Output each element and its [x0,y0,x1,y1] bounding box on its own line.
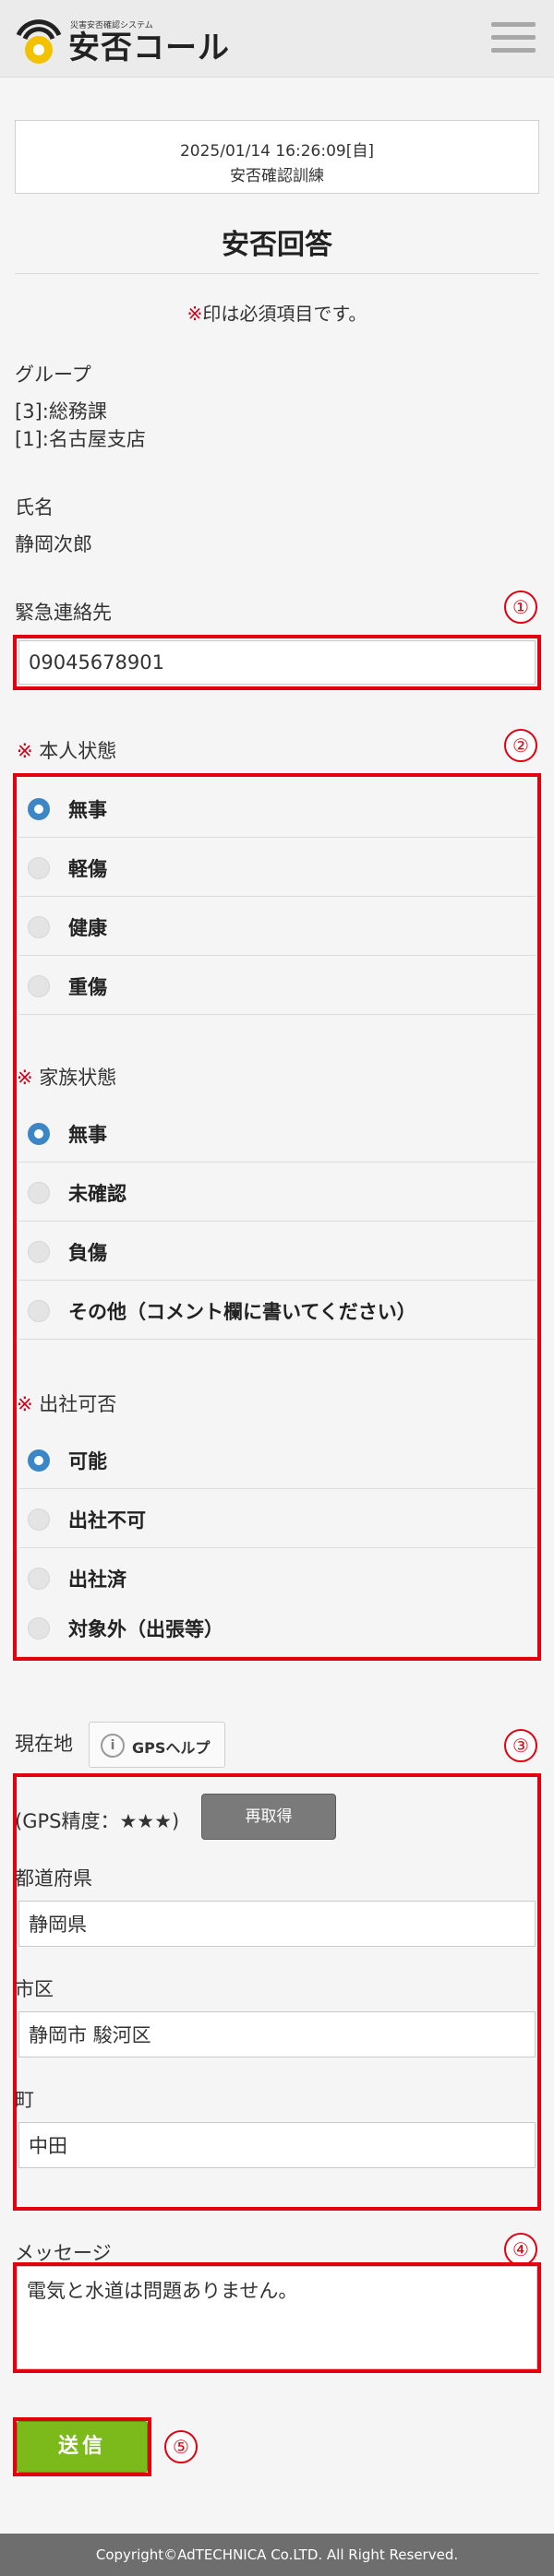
group-value-1: [3]:総務課 [15,400,107,423]
marker-4: ④ [504,2233,537,2266]
marker-3: ③ [504,1729,537,1762]
radio-icon[interactable] [28,857,50,879]
radio-selected-icon[interactable] [28,1123,50,1145]
app-header: 災害安否確認システム 安否コール [0,0,554,78]
group-label: グループ [15,364,91,386]
event-info-box: 2025/01/14 16:26:09[自] 安否確認訓練 [15,120,539,194]
event-name: 安否確認訓練 [230,167,324,185]
required-note: ※印は必須項目です。 [0,299,554,326]
app-logo[interactable]: 災害安否確認システム 安否コール [13,9,229,68]
radio-icon[interactable] [28,1241,50,1263]
city-input[interactable]: 静岡市 駿河区 [18,2011,536,2057]
town-label: 町 [15,2089,34,2111]
emergency-contact-input[interactable]: 09045678901 [18,640,536,685]
self-status-option-3[interactable]: 健康 [18,897,536,956]
prefecture-label: 都道府県 [15,1867,92,1890]
radio-selected-icon[interactable] [28,798,50,820]
gps-help-label: GPSヘルプ [132,1739,211,1757]
required-note-text: 印は必須項目です。 [202,303,367,325]
info-icon: i [101,1734,125,1758]
self-status-option-2[interactable]: 軽傷 [18,838,536,897]
family-status-option-3[interactable]: 負傷 [18,1222,536,1281]
attendance-option-1[interactable]: 可能 [18,1430,536,1489]
self-status-option-1[interactable]: 無事 [18,779,536,838]
radio-selected-icon[interactable] [28,1449,50,1472]
emergency-contact-label: 緊急連絡先 [15,602,112,624]
self-status-label: ※ 本人状態 [17,740,117,762]
reacquire-button[interactable]: 再取得 [201,1794,336,1840]
radio-icon[interactable] [28,1509,50,1531]
gps-help-button[interactable]: i GPSヘルプ [89,1722,225,1768]
logo-text: 安否コール [68,30,230,66]
radio-icon[interactable] [28,1300,50,1322]
radio-icon[interactable] [28,975,50,997]
logo-mark-icon [16,19,62,64]
attendance-option-4[interactable]: 対象外（出張等） [18,1598,536,1657]
town-input[interactable]: 中田 [18,2122,536,2168]
message-textarea[interactable]: 電気と水道は問題ありません。 [17,2266,537,2369]
city-label: 市区 [15,1978,54,2000]
prefecture-input[interactable]: 静岡県 [18,1901,536,1947]
marker-2: ② [504,729,537,762]
group-value-2: [1]:名古屋支店 [15,428,146,450]
self-status-option-4[interactable]: 重傷 [18,956,536,1015]
radio-icon[interactable] [28,1182,50,1204]
attendance-label: ※ 出社可否 [17,1393,117,1415]
page-title: 安否回答 [222,229,332,261]
title-divider [15,273,539,274]
location-label: 現在地 [15,1733,73,1755]
name-value: 静岡次郎 [15,533,92,555]
family-status-option-1[interactable]: 無事 [18,1103,536,1163]
radio-icon[interactable] [28,916,50,938]
event-datetime: 2025/01/14 16:26:09[自] [179,142,374,161]
marker-5: ⑤ [164,2430,198,2463]
name-label: 氏名 [15,496,54,519]
radio-icon[interactable] [28,1617,50,1640]
family-status-option-2[interactable]: 未確認 [18,1163,536,1222]
gps-accuracy: (GPS精度：★★★) [15,1810,180,1832]
marker-1: ① [504,590,537,624]
radio-icon[interactable] [28,1568,50,1590]
attendance-option-2[interactable]: 出社不可 [18,1489,536,1548]
send-button[interactable]: 送信 [17,2421,148,2473]
required-mark: ※ [187,303,203,325]
footer-copyright: Copyright©AdTECHNICA Co.LTD. All Right R… [0,2534,554,2576]
hamburger-icon[interactable] [491,22,536,54]
family-status-label: ※ 家族状態 [17,1067,117,1089]
family-status-option-4[interactable]: その他（コメント欄に書いてください） [18,1281,536,1340]
